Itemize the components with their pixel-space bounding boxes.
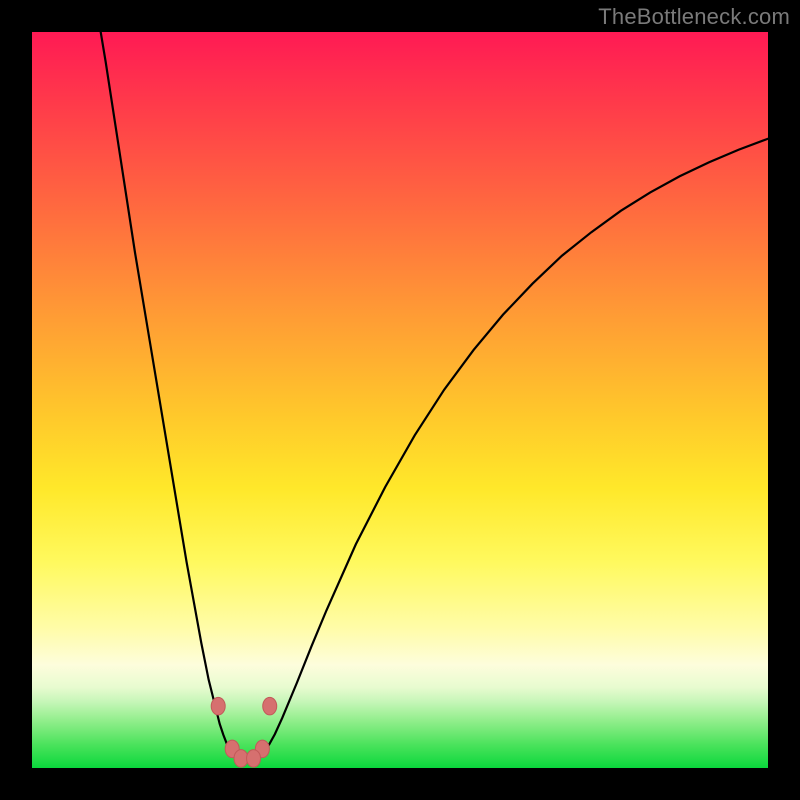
plot-area [32, 32, 768, 768]
curve-marker [234, 750, 248, 768]
watermark-text: TheBottleneck.com [598, 4, 790, 30]
curve-marker [247, 750, 261, 768]
chart-frame: TheBottleneck.com [0, 0, 800, 800]
bottleneck-curve [32, 32, 768, 768]
curve-marker [211, 697, 225, 715]
curve-path [91, 32, 768, 760]
curve-marker [263, 697, 277, 715]
curve-markers [211, 697, 277, 767]
